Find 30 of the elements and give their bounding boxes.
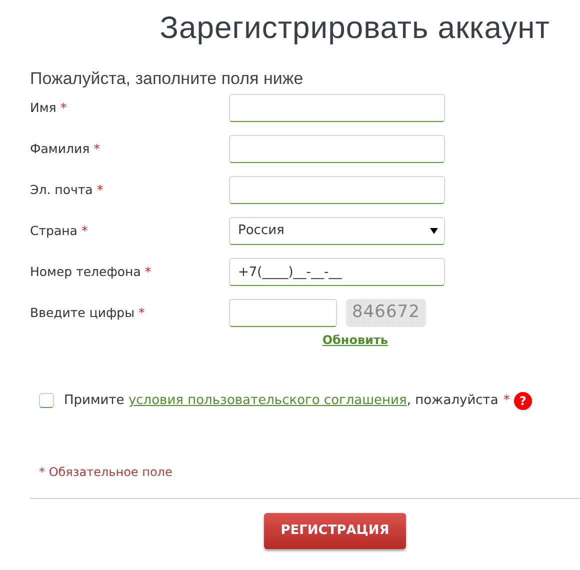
- agreement-checkbox[interactable]: [39, 393, 54, 408]
- captcha-image: 846672: [346, 299, 426, 327]
- field-label: Введите цифры: [30, 304, 134, 322]
- required-note: * Обязательное поле: [39, 464, 172, 478]
- field-label: Фамилия: [30, 140, 90, 158]
- required-mark: *: [94, 140, 100, 158]
- refresh-link[interactable]: Обновить: [322, 331, 388, 349]
- field-label: Эл. почта: [30, 180, 93, 199]
- required-mark: *: [81, 222, 88, 240]
- required-mark: *: [144, 262, 152, 281]
- register-button[interactable]: РЕГИСТРАЦИЯ: [264, 512, 406, 548]
- input-field[interactable]: [229, 299, 337, 327]
- input-field[interactable]: +7(____)__-__-__: [229, 258, 445, 286]
- field-label: Номер телефона: [30, 262, 141, 281]
- input-field[interactable]: [229, 94, 445, 122]
- form-subtitle: Пожалуйста, заполните поля ниже: [30, 69, 304, 88]
- caret-icon: [430, 228, 438, 234]
- field-label: Страна: [30, 222, 78, 240]
- input-field[interactable]: [229, 135, 445, 163]
- required-mark: *: [60, 98, 67, 117]
- agreement-text: Примите условия пользовательского соглашения, пожалуйста: [64, 392, 498, 410]
- input-field[interactable]: [229, 176, 445, 204]
- country-select[interactable]: Россия: [229, 217, 445, 245]
- terms-link[interactable]: условия пользовательского соглашения: [128, 393, 407, 408]
- field-label: Имя: [30, 98, 56, 117]
- required-mark: *: [138, 304, 145, 322]
- required-mark: *: [96, 180, 104, 199]
- required-mark: *: [503, 392, 510, 410]
- help-icon[interactable]: ?: [514, 392, 532, 410]
- page-title: Зарегистрировать аккаунт: [160, 9, 550, 47]
